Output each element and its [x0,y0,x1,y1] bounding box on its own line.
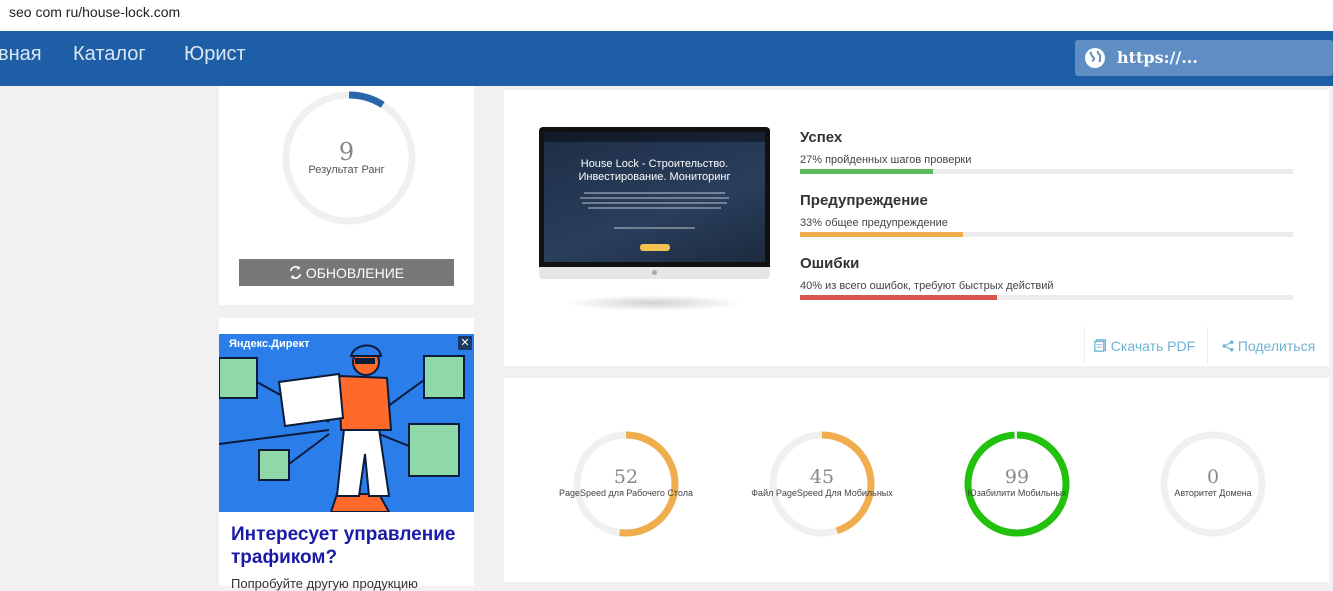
gauge-value: 52 [613,466,639,488]
stat-warning-bar [800,232,963,237]
ad-title[interactable]: Интересует управление трафиком? [231,523,466,569]
nav-item-lawyer[interactable]: Юрист [184,43,246,66]
share-button[interactable]: Поделиться [1207,327,1329,364]
gauge-mobile-usability: 99 Юзабилити Мобильных [963,430,1071,538]
rank-value: 9 [338,138,355,166]
nav-item-catalog[interactable]: Каталог [73,43,146,66]
globe-icon [1085,48,1105,68]
gauge-pagespeed-desktop: 52 PageSpeed для Рабочего Стола [559,430,693,538]
address-url[interactable]: seo com ru/house-lock.com [9,4,180,20]
gauge-value: 45 [809,466,835,488]
download-pdf-label: Скачать PDF [1110,337,1196,354]
stat-success-title: Успех [800,129,843,146]
gauge-pagespeed-mobile: 45 Файл PageSpeed Для Мобильных [751,430,893,538]
refresh-icon [289,266,302,279]
ad-illustration [219,344,465,512]
document-icon [1093,339,1106,352]
stat-warning-desc: 33% общее предупреждение [800,217,948,229]
gauge-label: Файл PageSpeed Для Мобильных [751,488,893,498]
ad-card[interactable]: Яндекс.Директ ✕ Интересует управление тр… [219,318,474,591]
gauge-label: PageSpeed для Рабочего Стола [559,488,693,498]
metrics-card: 52 PageSpeed для Рабочего Стола 45 Файл … [504,378,1329,582]
site-summary-card: House Lock - Строительство. Инвестирован… [504,90,1329,366]
preview-title-line1: House Lock - Строительство. [580,158,729,170]
monitor-shadow [564,295,744,311]
stat-warning: Предупреждение 33% общее предупреждение [800,192,1293,237]
ad-image[interactable]: Яндекс.Директ ✕ [219,334,474,512]
gauge-domain-authority: 0 Авторитет Домена [1159,430,1267,538]
preview-title-line2: Инвестирование. Мониторинг [578,171,731,183]
url-search-input[interactable]: https://... [1075,40,1333,76]
stat-errors-desc: 40% из всего ошибок, требуют быстрых дей… [800,280,1054,292]
update-button[interactable]: ОБНОВЛЕНИЕ [239,259,454,286]
stat-errors-title: Ошибки [800,255,860,272]
rank-card: 9 Результат Ранг ОБНОВЛЕНИЕ [219,86,474,305]
url-search-text: https://... [1117,48,1198,67]
nav-item-main[interactable]: вная [0,43,42,66]
stat-success: Успех 27% пройденных шагов проверки [800,129,1293,174]
share-icon [1222,340,1234,351]
stat-errors: Ошибки 40% из всего ошибок, требуют быст… [800,255,1293,300]
update-button-label: ОБНОВЛЕНИЕ [305,264,405,281]
gauge-label: Авторитет Домена [1174,488,1252,498]
stat-errors-bar [800,295,998,300]
monitor-screen: House Lock - Строительство. Инвестирован… [539,127,770,267]
site-screenshot: House Lock - Строительство. Инвестирован… [539,127,770,279]
ad-close-icon[interactable]: ✕ [458,336,472,350]
gauge-label: Юзабилити Мобильных [967,488,1067,498]
rank-label: Результат Ранг [308,164,385,176]
stat-success-desc: 27% пройденных шагов проверки [800,154,972,166]
share-label: Поделиться [1237,337,1316,354]
download-pdf-button[interactable]: Скачать PDF [1084,327,1204,364]
gauge-value: 99 [1004,466,1030,488]
stat-warning-title: Предупреждение [800,192,928,209]
address-bar[interactable]: seo com ru/house-lock.com [0,0,1333,31]
gauge-value: 0 [1206,466,1220,488]
stat-success-bar [800,169,934,174]
ad-source-label[interactable]: Яндекс.Директ [229,338,310,350]
ad-subtitle: Попробуйте другую продукцию [231,576,418,591]
